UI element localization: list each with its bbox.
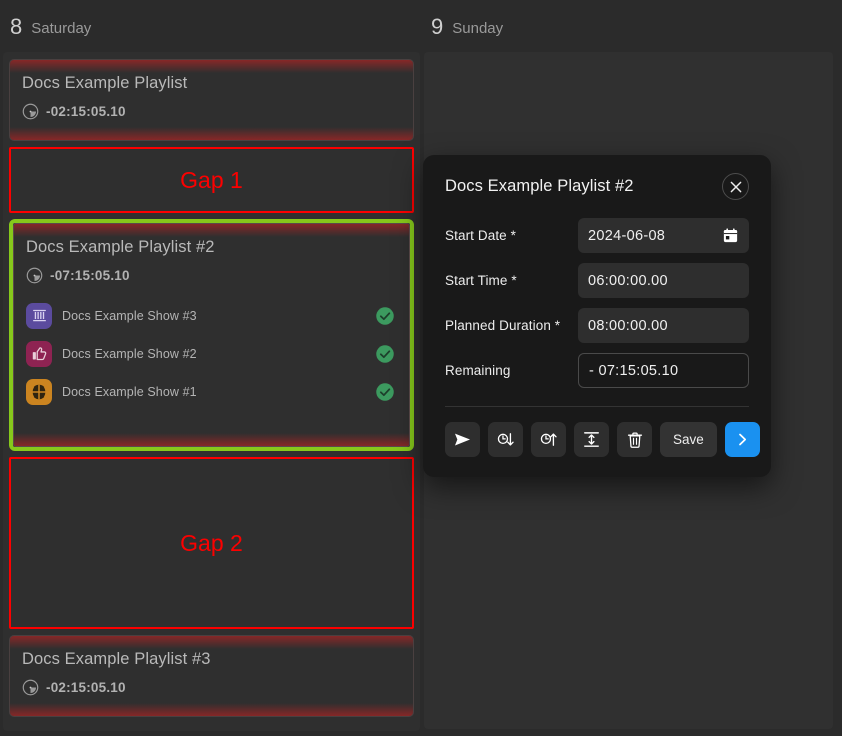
show-row[interactable]: Docs Example Show #2 [26, 338, 397, 370]
playlist-card[interactable]: Docs Example Playlist -02:15:05.10 [9, 59, 414, 141]
planned-duration-input[interactable] [588, 318, 739, 334]
field-planned-duration: Planned Duration * [445, 308, 749, 343]
show-name: Docs Example Show #3 [62, 310, 375, 323]
remaining-value [589, 363, 738, 379]
panel-header: Docs Example Playlist #2 [445, 173, 749, 200]
playlist-title: Docs Example Playlist #3 [22, 650, 401, 670]
playlist-selection-outline: Docs Example Playlist #2 -07:15:05.10 [9, 219, 414, 451]
show-row[interactable]: Docs Example Show #3 [26, 300, 397, 332]
field-start-time: Start Time * [445, 263, 749, 298]
field-label: Start Date * [445, 228, 578, 243]
clock-icon [22, 679, 39, 696]
day-name: Saturday [31, 16, 91, 36]
playlist-title: Docs Example Playlist #2 [26, 238, 397, 258]
check-circle-icon [375, 344, 395, 364]
playlist-remaining-time: -02:15:05.10 [46, 681, 126, 695]
gap-block[interactable]: Gap 2 [9, 457, 414, 629]
playlist-remaining-row: -02:15:05.10 [22, 679, 401, 696]
clock-icon [26, 267, 43, 284]
remaining-control [578, 353, 749, 388]
trash-icon [626, 431, 644, 449]
field-label: Planned Duration * [445, 318, 578, 333]
start-date-input[interactable] [588, 228, 716, 244]
playlist-remaining-time: -07:15:05.10 [50, 269, 130, 283]
panel-title: Docs Example Playlist #2 [445, 177, 634, 196]
field-start-date: Start Date * [445, 218, 749, 253]
field-label: Remaining [445, 363, 578, 378]
start-time-control[interactable] [578, 263, 749, 298]
playlist-card[interactable]: Docs Example Playlist #3 -02:15:05.10 [9, 635, 414, 717]
day-column-saturday: 8 Saturday Docs Example Playlist -02:15:… [0, 0, 420, 736]
delete-button[interactable] [617, 422, 652, 457]
basketball-icon [30, 383, 48, 401]
gap-label: Gap 2 [180, 532, 243, 555]
playlist-title: Docs Example Playlist [22, 74, 401, 94]
panel-actions: Save [445, 422, 749, 457]
panel-divider [445, 406, 749, 407]
fit-vertical-icon [582, 430, 601, 449]
gap-block[interactable]: Gap 1 [9, 147, 414, 213]
save-button[interactable]: Save [660, 422, 717, 457]
scheduler-root: 8 Saturday Docs Example Playlist -02:15:… [0, 0, 842, 736]
playlist-remaining-row: -07:15:05.10 [26, 267, 397, 284]
thumbs-up-icon [31, 345, 48, 362]
show-thumbnail [26, 379, 52, 405]
playlist-card-content: Docs Example Playlist #2 -07:15:05.10 [14, 224, 409, 426]
next-button[interactable] [725, 422, 760, 457]
fit-duration-button[interactable] [574, 422, 609, 457]
day-number: 8 [10, 14, 22, 38]
schedule-up-button[interactable] [531, 422, 566, 457]
schedule-down-button[interactable] [488, 422, 523, 457]
planned-duration-control[interactable] [578, 308, 749, 343]
playlist-card-content: Docs Example Playlist -02:15:05.10 [10, 60, 413, 132]
show-thumbnail [26, 303, 52, 329]
chevron-right-icon [735, 432, 750, 447]
day-name: Sunday [452, 16, 503, 36]
close-icon [730, 181, 742, 193]
clock-icon [22, 103, 39, 120]
playlist-card-selected[interactable]: Docs Example Playlist #2 -07:15:05.10 [13, 223, 410, 447]
show-name: Docs Example Show #2 [62, 348, 375, 361]
show-row[interactable]: Docs Example Show #1 [26, 376, 397, 408]
field-remaining: Remaining [445, 353, 749, 388]
check-circle-icon [375, 382, 395, 402]
playlist-remaining-time: -02:15:05.10 [46, 105, 126, 119]
bank-column-icon [31, 307, 48, 324]
playlist-detail-panel: Docs Example Playlist #2 Start Date * [423, 155, 771, 477]
close-button[interactable] [722, 173, 749, 200]
start-time-input[interactable] [588, 273, 739, 289]
gap-label: Gap 1 [180, 169, 243, 192]
check-circle-icon [375, 306, 395, 326]
start-date-control[interactable] [578, 218, 749, 253]
clock-arrow-down-icon [496, 430, 515, 449]
clock-arrow-up-icon [539, 430, 558, 449]
show-thumbnail [26, 341, 52, 367]
day-body-saturday[interactable]: Docs Example Playlist -02:15:05.10 Gap 1 [3, 52, 420, 731]
playlist-remaining-row: -02:15:05.10 [22, 103, 401, 120]
playlist-card-content: Docs Example Playlist #3 -02:15:05.10 [10, 636, 413, 708]
play-send-button[interactable] [445, 422, 480, 457]
day-number: 9 [431, 14, 443, 38]
day-header-saturday: 8 Saturday [0, 0, 420, 52]
send-arrow-icon [453, 430, 472, 449]
show-name: Docs Example Show #1 [62, 386, 375, 399]
show-list: Docs Example Show #3 [26, 300, 397, 408]
field-label: Start Time * [445, 273, 578, 288]
day-header-sunday: 9 Sunday [420, 0, 842, 52]
calendar-icon[interactable] [722, 227, 739, 244]
